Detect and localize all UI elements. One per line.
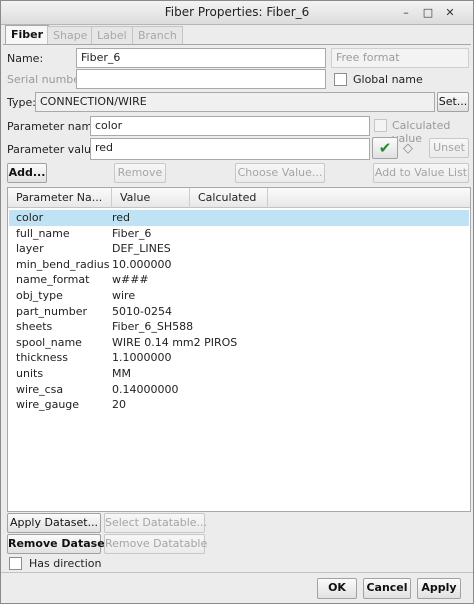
eraser-icon[interactable]: ◇ <box>403 141 413 156</box>
parameter-name-cell: wire_csa <box>16 382 64 396</box>
parameter-name-cell: part_number <box>16 304 87 318</box>
table-row[interactable]: layer DEF_LINES <box>9 241 469 257</box>
parameter-value-cell: 5010-0254 <box>112 304 172 318</box>
unset-button[interactable]: Unset <box>429 138 469 158</box>
dialog-footer: OK Cancel Apply <box>1 572 473 603</box>
parameter-name-cell: layer <box>16 242 44 256</box>
parameter-table[interactable]: Parameter Na... Value Calculated color re… <box>7 187 471 512</box>
table-row[interactable]: obj_type wire <box>9 288 469 304</box>
name-format-select[interactable]: Free format <box>331 48 469 68</box>
choose-value-button[interactable]: Choose Value... <box>235 163 325 183</box>
parameter-name-field[interactable]: color <box>90 116 370 136</box>
add-button[interactable]: Add... <box>7 163 47 183</box>
parameter-name-cell: sheets <box>16 320 53 334</box>
parameter-value-field[interactable]: red <box>90 138 370 160</box>
select-datatable-button[interactable]: Select Datatable... <box>104 513 207 533</box>
parameter-value-cell: 20 <box>112 398 126 412</box>
parameter-name-cell: min_bend_radius <box>16 257 110 271</box>
type-label: Type: <box>7 96 36 109</box>
parameter-value-cell: Fiber_6_SH588 <box>112 320 194 334</box>
parameter-value-cell: DEF_LINES <box>112 242 171 256</box>
fiber-properties-dialog: Fiber Properties: Fiber_6 – □ ✕ Fiber Sh… <box>0 0 474 604</box>
column-header-calculated[interactable]: Calculated <box>190 188 268 208</box>
parameter-value-label: Parameter value: <box>7 143 102 156</box>
parameter-value-cell: Fiber_6 <box>112 226 152 240</box>
checkmark-icon: ✔ <box>378 139 392 157</box>
parameter-name-label: Parameter name: <box>7 120 103 133</box>
table-row[interactable]: color red <box>9 210 469 226</box>
serial-number-field[interactable] <box>76 69 326 89</box>
parameter-value-cell: 0.14000000 <box>112 382 179 396</box>
fiber-tab-panel: Name: Fiber_6 Free format Serial number:… <box>3 44 471 574</box>
tab-label[interactable]: Label <box>91 26 133 45</box>
table-row[interactable]: wire_csa 0.14000000 <box>9 382 469 398</box>
parameter-name-cell: wire_gauge <box>16 398 80 412</box>
parameter-name-cell: color <box>16 211 44 224</box>
table-row[interactable]: min_bend_radius 10.000000 <box>9 257 469 273</box>
parameter-value-cell: MM <box>112 367 131 380</box>
parameter-value-cell: w### <box>112 273 149 287</box>
has-direction-label: Has direction <box>29 557 102 570</box>
table-row[interactable]: sheets Fiber_6_SH588 <box>9 319 469 335</box>
table-row[interactable]: units MM <box>9 366 469 382</box>
tab-shape[interactable]: Shape <box>47 26 94 45</box>
remove-dataset-button[interactable]: Remove Dataset <box>7 534 110 554</box>
global-name-checkbox[interactable] <box>334 73 347 86</box>
type-field: CONNECTION/WIRE <box>35 92 435 112</box>
global-name-label: Global name <box>353 73 423 86</box>
close-icon[interactable]: ✕ <box>443 6 457 20</box>
name-label: Name: <box>7 52 44 65</box>
add-to-value-list-button[interactable]: Add to Value List <box>373 163 469 183</box>
name-field[interactable]: Fiber_6 <box>76 48 326 68</box>
parameter-name-cell: obj_type <box>16 289 63 302</box>
minimize-icon[interactable]: – <box>399 6 413 20</box>
parameter-name-cell: spool_name <box>16 335 82 349</box>
table-row[interactable]: name_format w### <box>9 272 469 288</box>
apply-dataset-button[interactable]: Apply Dataset... <box>7 513 101 533</box>
parameter-name-cell: name_format <box>16 273 90 287</box>
cancel-button[interactable]: Cancel <box>363 578 411 599</box>
apply-button[interactable]: Apply <box>417 578 461 599</box>
parameter-value-cell: red <box>112 211 131 224</box>
remove-datatable-button[interactable]: Remove Datatable <box>104 534 207 554</box>
parameter-name-cell: full_name <box>16 226 70 240</box>
column-header-value[interactable]: Value <box>112 188 190 208</box>
set-type-button[interactable]: Set... <box>437 92 469 112</box>
tab-fiber[interactable]: Fiber <box>5 25 50 45</box>
parameter-name-cell: thickness <box>16 351 68 365</box>
parameter-value-cell: 10.000000 <box>112 257 172 271</box>
parameter-value-cell: 1.1000000 <box>112 351 172 365</box>
has-direction-checkbox[interactable] <box>9 557 22 570</box>
title-bar: Fiber Properties: Fiber_6 – □ ✕ <box>1 1 473 25</box>
calculated-value-checkbox[interactable] <box>374 119 387 132</box>
table-header: Parameter Na... Value Calculated <box>8 188 470 208</box>
table-row[interactable]: part_number 5010-0254 <box>9 304 469 320</box>
table-row[interactable]: full_name Fiber_6 <box>9 226 469 242</box>
ok-button[interactable]: OK <box>317 578 357 599</box>
remove-button[interactable]: Remove <box>114 163 166 183</box>
parameter-name-cell: units <box>16 367 44 380</box>
column-header-parameter-name[interactable]: Parameter Na... <box>8 188 112 208</box>
table-row[interactable]: wire_gauge 20 <box>9 397 469 413</box>
table-row[interactable]: thickness 1.1000000 <box>9 350 469 366</box>
tab-branch[interactable]: Branch <box>132 26 183 45</box>
parameter-value-cell: WIRE 0.14 mm2 PIROS <box>112 335 238 349</box>
parameter-value-cell: wire <box>112 289 136 302</box>
accept-value-button[interactable]: ✔ <box>372 137 398 159</box>
maximize-icon[interactable]: □ <box>421 6 435 20</box>
table-row[interactable]: spool_name WIRE 0.14 mm2 PIROS <box>9 335 469 351</box>
